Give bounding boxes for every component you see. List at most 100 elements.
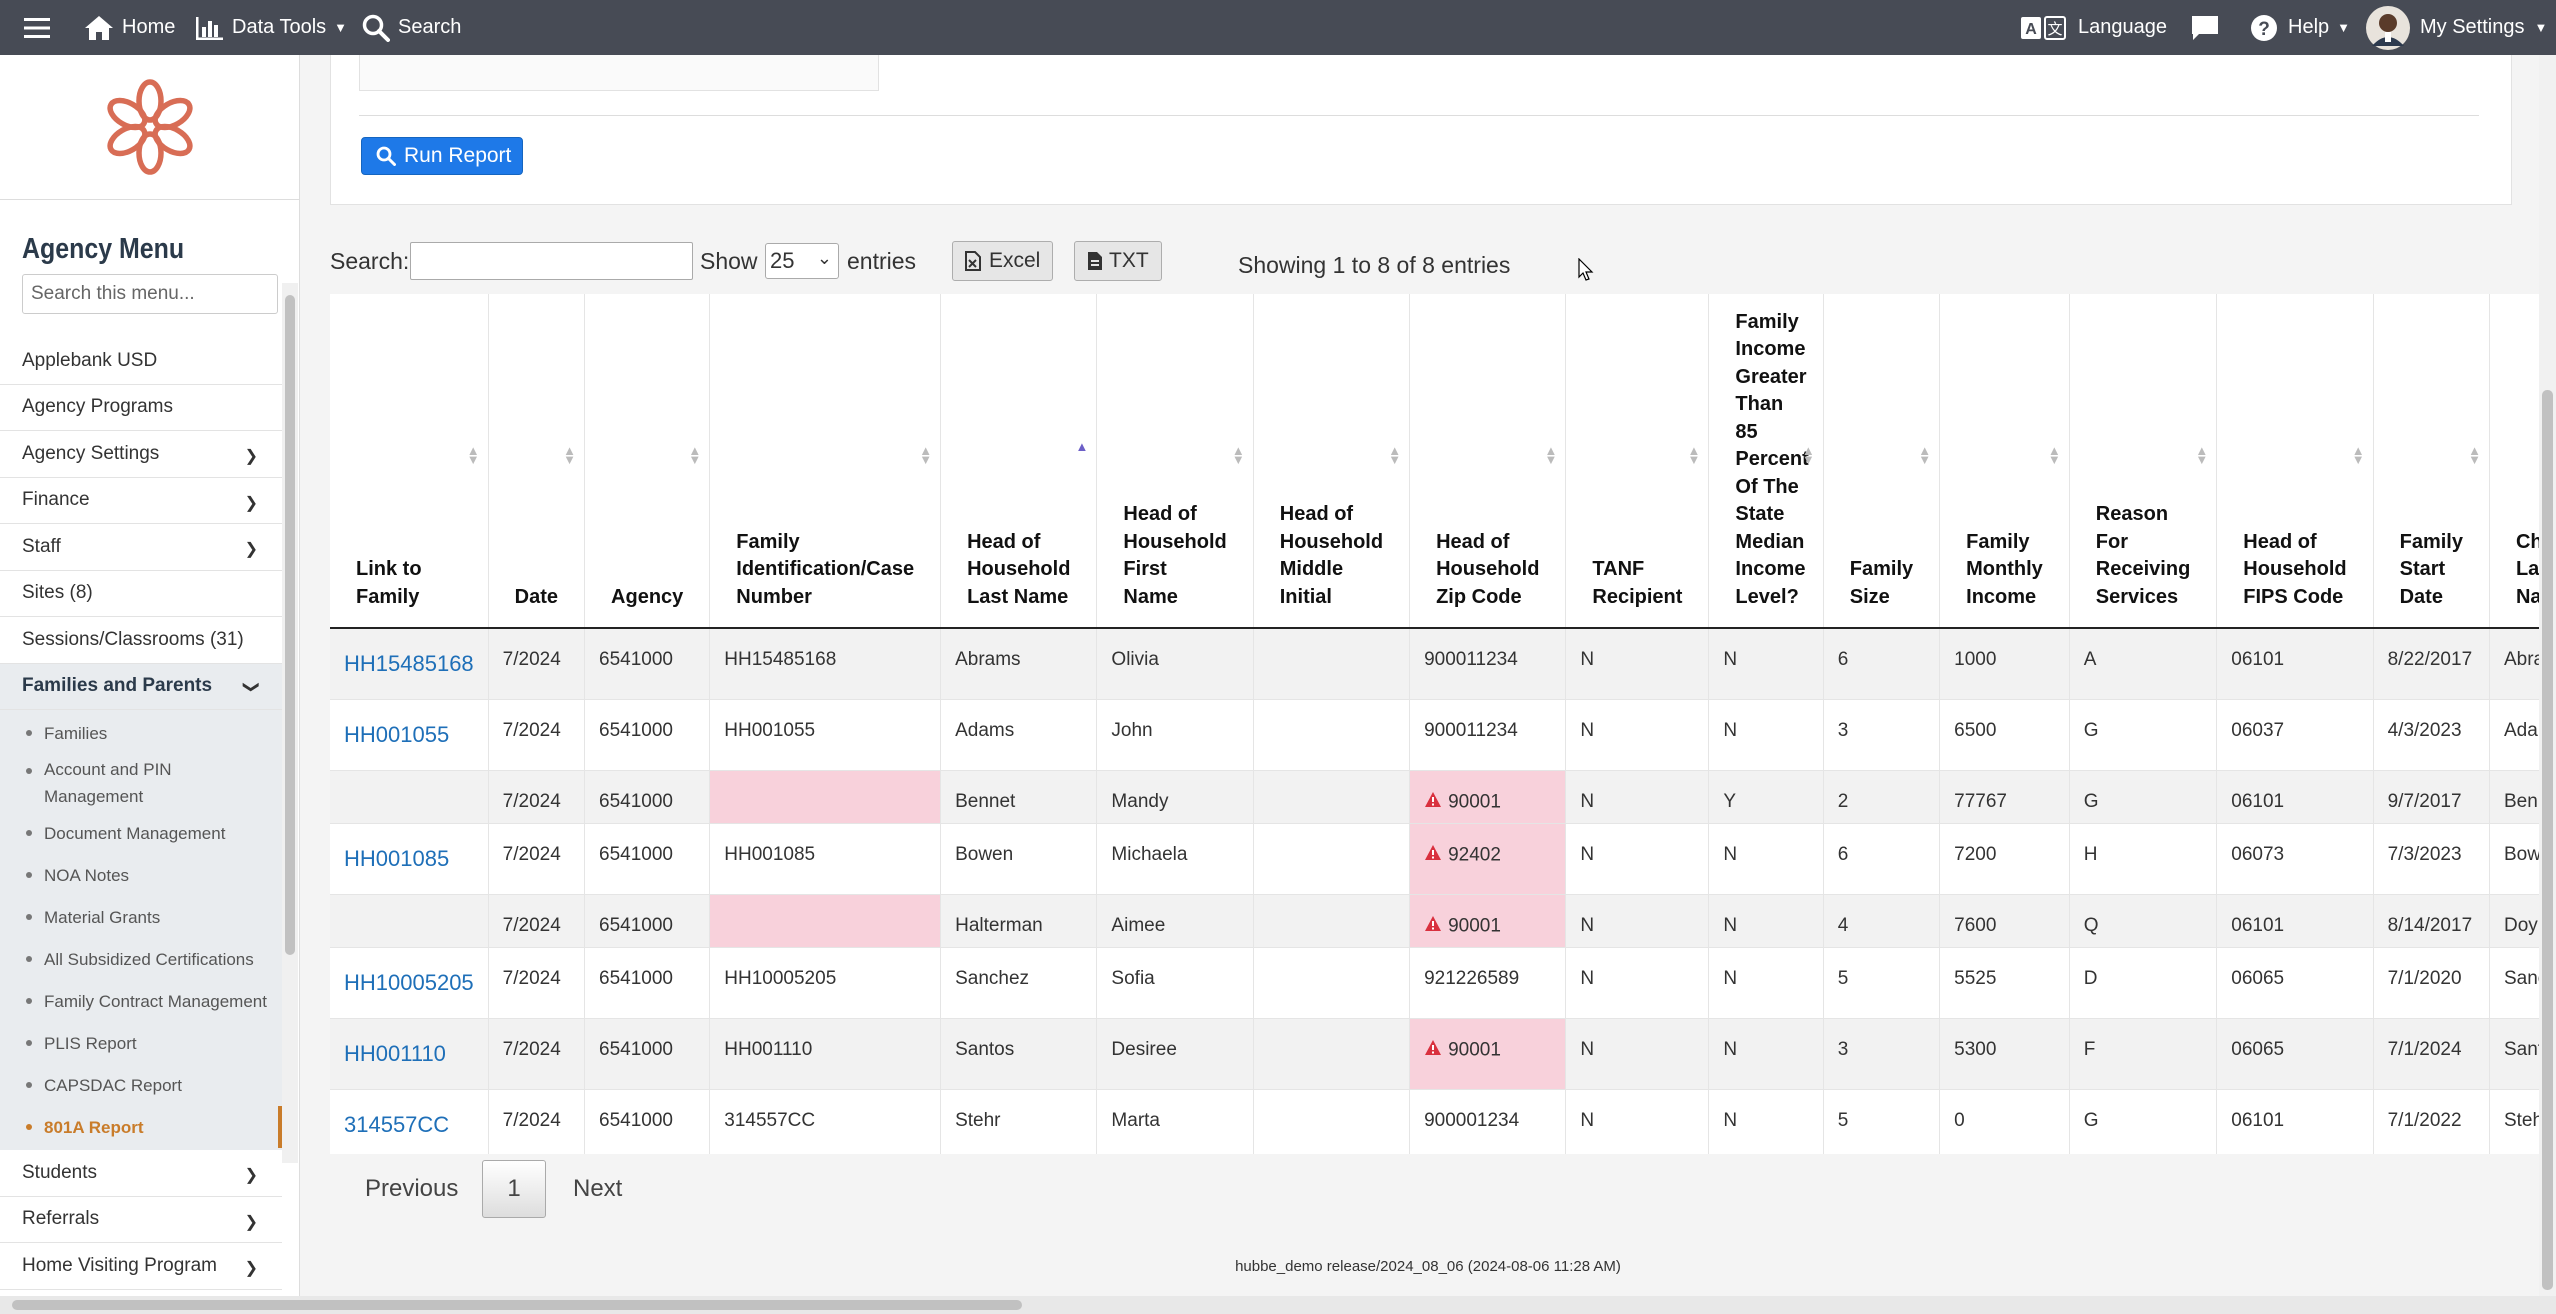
submenu-item-plis-report[interactable]: PLIS Report (0, 1022, 282, 1064)
cell-reason: A (2069, 628, 2216, 699)
submenu-item-family-contract-management[interactable]: Family Contract Management (0, 980, 282, 1022)
cell-start: 7/3/2023 (2373, 823, 2489, 894)
previous-page-button[interactable]: Previous (365, 1160, 458, 1218)
table-row: 7/20246541000BennetMandy90001NY277767G06… (330, 770, 2542, 823)
menu-search-input[interactable] (22, 274, 278, 314)
svg-text:?: ? (2258, 19, 2270, 40)
size-value: 2 (1838, 791, 1849, 812)
family-link[interactable]: HH001085 (344, 846, 449, 871)
cell-link: HH001085 (330, 823, 488, 894)
child-value: Bennet (2504, 791, 2542, 812)
family-link[interactable]: HH001110 (344, 1041, 446, 1066)
submenu-item-label: 801A Report (44, 1114, 144, 1141)
sidebar-item-families-and-parents[interactable]: Families and Parents❯ (0, 664, 282, 711)
table-row: 7/20246541000HaltermanAimee90001NN47600Q… (330, 894, 2542, 947)
last-value: Bowen (955, 844, 1013, 865)
page-1-button[interactable]: 1 (482, 1160, 546, 1218)
sort-icon: ▲▼ (467, 446, 480, 464)
cell-zip: 900001234 (1410, 1089, 1566, 1154)
column-header[interactable]: Head of Household Middle Initial▲▼ (1253, 294, 1409, 628)
report-table: Link to Family▲▼ Date▲▼ Agency▲▼ Family … (330, 294, 2542, 1154)
submenu-item-noa-notes[interactable]: NOA Notes (0, 854, 282, 896)
last-value: Stehr (955, 1110, 1000, 1131)
submenu-item-material-grants[interactable]: Material Grants (0, 896, 282, 938)
sidebar-item-sessions-classrooms[interactable]: Sessions/Classrooms (31) (0, 617, 282, 664)
submenu-item-account-pin[interactable]: Account and PIN Management (0, 754, 282, 812)
submenu-item-subsidized-certifications[interactable]: All Subsidized Certifications (0, 938, 282, 980)
hamburger-menu-icon[interactable] (24, 0, 50, 55)
fips-value: 06101 (2231, 915, 2284, 936)
submenu-item-document-management[interactable]: Document Management (0, 812, 282, 854)
next-page-button[interactable]: Next (573, 1160, 622, 1218)
submenu-item-label: Family Contract Management (44, 988, 267, 1015)
data-tools-dropdown[interactable]: Data Tools ▼ (196, 0, 347, 55)
txt-label: TXT (1109, 249, 1149, 273)
language-selector[interactable]: A文 Language (2020, 0, 2167, 55)
column-header[interactable]: Family Start Date▲▼ (2373, 294, 2489, 628)
family-link[interactable]: HH001055 (344, 722, 449, 747)
families-submenu: Families Account and PIN Management Docu… (0, 710, 282, 1150)
column-header[interactable]: Head of Household FIPS Code▲▼ (2217, 294, 2373, 628)
vertical-scrollbar-thumb[interactable] (2542, 390, 2553, 1290)
column-header-sorted[interactable]: Head of Household Last Name▲ (941, 294, 1097, 628)
sidebar-item-finance[interactable]: Finance❯ (0, 478, 282, 525)
column-header[interactable]: Family Size▲▼ (1823, 294, 1939, 628)
fips-value: 06101 (2231, 649, 2284, 670)
column-header[interactable]: Child Last Name (2489, 294, 2542, 628)
sidebar-item-sites[interactable]: Sites (8) (0, 571, 282, 618)
sidebar-item-agency-settings[interactable]: Agency Settings❯ (0, 431, 282, 478)
cell-size: 6 (1823, 823, 1939, 894)
cell-reason: G (2069, 699, 2216, 770)
run-report-button[interactable]: Run Report (361, 137, 523, 175)
submenu-item-801a-report[interactable]: 801A Report (0, 1106, 282, 1148)
sort-ascending-icon: ▲ (1076, 442, 1089, 451)
entries-per-page-select[interactable]: 25 ⌄ (765, 243, 839, 279)
column-header[interactable]: Family Income Greater Than 85 Percent Of… (1709, 294, 1823, 628)
date-value: 7/2024 (503, 968, 561, 989)
column-header[interactable]: Reason For Receiving Services▲▼ (2069, 294, 2216, 628)
messages-icon[interactable] (2190, 0, 2220, 55)
home-link[interactable]: Home (84, 0, 175, 55)
column-header[interactable]: Link to Family▲▼ (330, 294, 488, 628)
sidebar-item-students[interactable]: Students❯ (0, 1150, 282, 1197)
sidebar-item-applebank-usd[interactable]: Applebank USD (0, 338, 282, 385)
fips-value: 06037 (2231, 720, 2284, 741)
column-header[interactable]: Family Monthly Income▲▼ (1940, 294, 2070, 628)
help-circle-icon: ? (2250, 14, 2278, 42)
submenu-item-families[interactable]: Families (0, 712, 282, 754)
family-link[interactable]: HH15485168 (344, 651, 474, 676)
column-header[interactable]: TANF Recipient▲▼ (1566, 294, 1709, 628)
horizontal-scrollbar-thumb[interactable] (12, 1300, 1022, 1310)
table-controls: Search: Show 25 ⌄ entries Excel TXT Show… (330, 240, 1630, 284)
family-link[interactable]: 314557CC (344, 1112, 449, 1137)
table-header-row: Link to Family▲▼ Date▲▼ Agency▲▼ Family … (330, 294, 2542, 628)
sidebar-item-agency-programs[interactable]: Agency Programs (0, 385, 282, 432)
column-header[interactable]: Family Identification/Case Number▲▼ (710, 294, 941, 628)
cell-tanf: N (1566, 770, 1709, 823)
my-settings-dropdown[interactable]: My Settings ▼ (2366, 0, 2547, 55)
filter-panel (359, 55, 879, 91)
family-link[interactable]: HH10005205 (344, 970, 474, 995)
table-search-input[interactable] (410, 242, 693, 280)
cell-agency: 6541000 (585, 699, 710, 770)
export-txt-button[interactable]: TXT (1074, 241, 1162, 281)
sidebar-scrollbar-thumb[interactable] (285, 295, 295, 955)
first-value: Marta (1111, 1110, 1160, 1131)
help-dropdown[interactable]: ? Help ▼ (2250, 0, 2350, 55)
date-value: 7/2024 (503, 791, 561, 812)
cell-fips: 06065 (2217, 1018, 2373, 1089)
search-link[interactable]: Search (362, 0, 461, 55)
export-excel-button[interactable]: Excel (952, 241, 1053, 281)
cell-link: HH10005205 (330, 947, 488, 1018)
sidebar-item-staff[interactable]: Staff❯ (0, 524, 282, 571)
column-header[interactable]: Date▲▼ (488, 294, 584, 628)
submenu-item-capsdac-report[interactable]: CAPSDAC Report (0, 1064, 282, 1106)
column-header[interactable]: Agency▲▼ (585, 294, 710, 628)
sidebar-item-referrals[interactable]: Referrals❯ (0, 1197, 282, 1244)
column-header[interactable]: Head of Household Zip Code▲▼ (1410, 294, 1566, 628)
date-value: 7/2024 (503, 1110, 561, 1131)
column-header[interactable]: Head of Household First Name▲▼ (1097, 294, 1253, 628)
agency-value: 6541000 (599, 915, 673, 936)
cell-link: HH15485168 (330, 628, 488, 699)
reason-value: G (2084, 791, 2099, 812)
